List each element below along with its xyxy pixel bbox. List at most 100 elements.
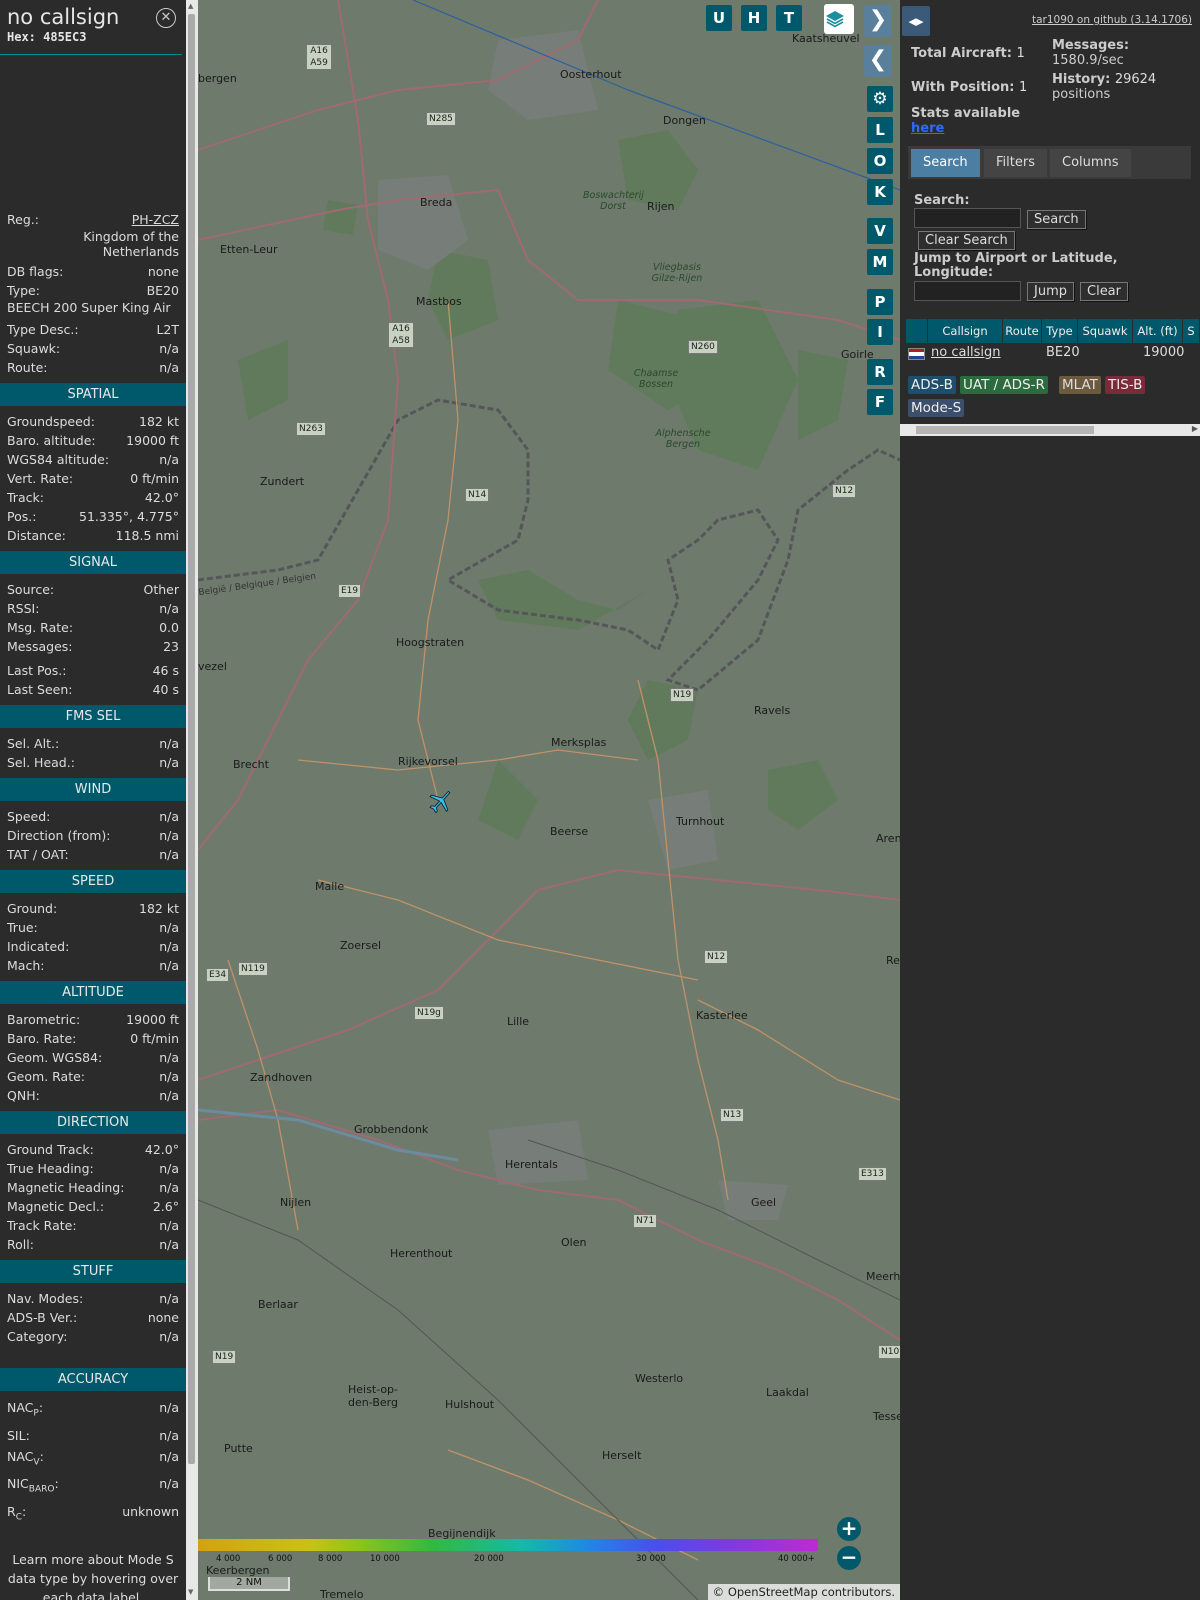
section-direction[interactable]: DIRECTION bbox=[0, 1111, 186, 1134]
info-scrollbar[interactable]: ▲ ▼ bbox=[186, 0, 198, 1600]
info-label[interactable]: Direction (from): bbox=[7, 826, 111, 845]
info-label[interactable]: SIL: bbox=[7, 1425, 30, 1446]
map[interactable]: Oosterhout Kaatsheuvel Dongen Breda Rijen Ett… bbox=[198, 0, 900, 1600]
info-label[interactable]: Last Pos.: bbox=[7, 661, 66, 680]
scrollbar-thumb[interactable] bbox=[188, 14, 195, 1464]
section-altitude[interactable]: ALTITUDE bbox=[0, 981, 186, 1004]
tab-search[interactable]: Search bbox=[911, 149, 980, 177]
info-label[interactable]: Sel. Alt.: bbox=[7, 734, 59, 753]
info-label[interactable]: Vert. Rate: bbox=[7, 469, 73, 488]
section-accuracy[interactable]: ACCURACY bbox=[0, 1368, 186, 1391]
info-label[interactable]: Last Seen: bbox=[7, 680, 72, 699]
registration-value[interactable]: PH-ZCZ bbox=[132, 212, 179, 227]
jump-button[interactable]: Jump bbox=[1027, 282, 1074, 301]
info-label[interactable]: Mach: bbox=[7, 956, 44, 975]
zoom-in-icon[interactable]: + bbox=[837, 1517, 861, 1541]
settings-gear-icon[interactable]: ⚙ bbox=[867, 86, 893, 112]
map-button-v[interactable]: V bbox=[867, 218, 893, 244]
info-label[interactable]: Pos.: bbox=[7, 507, 36, 526]
info-label[interactable]: Distance: bbox=[7, 526, 66, 545]
table-header-flag[interactable] bbox=[906, 319, 928, 343]
collapse-sidebar-arrow-icon[interactable]: ❮ bbox=[864, 45, 892, 77]
scroll-up-arrow-icon[interactable]: ▲ bbox=[188, 2, 193, 10]
info-label[interactable]: RSSI: bbox=[7, 599, 39, 618]
info-label[interactable]: Geom. WGS84: bbox=[7, 1048, 102, 1067]
info-label[interactable]: NACP: bbox=[7, 1397, 43, 1425]
source-badge[interactable]: UAT / ADS-R bbox=[960, 376, 1048, 394]
table-header-route[interactable]: Route bbox=[1003, 319, 1042, 343]
github-link[interactable]: tar1090 on github (3.14.1706) bbox=[1032, 14, 1192, 26]
info-label[interactable]: QNH: bbox=[7, 1086, 40, 1105]
aircraft-marker[interactable] bbox=[428, 788, 454, 814]
info-label[interactable]: Magnetic Heading: bbox=[7, 1178, 124, 1197]
source-badge[interactable]: ADS-B bbox=[908, 376, 956, 394]
table-header-squawk[interactable]: Squawk bbox=[1078, 319, 1133, 343]
section-fms-sel[interactable]: FMS SEL bbox=[0, 705, 186, 728]
resize-sidebar-arrows-icon[interactable]: ◂▸ bbox=[902, 6, 930, 36]
table-header-type[interactable]: Type bbox=[1042, 319, 1078, 343]
table-header-s[interactable]: S bbox=[1183, 319, 1200, 343]
table-header-callsign[interactable]: Callsign bbox=[928, 319, 1003, 343]
source-badge[interactable]: Mode-S bbox=[908, 399, 965, 417]
info-label[interactable]: Category: bbox=[7, 1327, 67, 1346]
map-button-r[interactable]: R bbox=[867, 359, 893, 385]
info-label[interactable]: Indicated: bbox=[7, 937, 69, 956]
info-label[interactable]: Ground: bbox=[7, 899, 57, 918]
map-button-f[interactable]: F bbox=[867, 389, 893, 415]
info-label[interactable]: TAT / OAT: bbox=[7, 845, 69, 864]
search-button[interactable]: Search bbox=[1027, 210, 1086, 229]
table-header-altitude[interactable]: Alt. (ft) bbox=[1133, 319, 1183, 343]
expand-sidebar-arrow-icon[interactable]: ❯ bbox=[864, 5, 892, 37]
tab-columns[interactable]: Columns bbox=[1050, 149, 1131, 177]
section-wind[interactable]: WIND bbox=[0, 778, 186, 801]
info-label[interactable]: Messages: bbox=[7, 637, 73, 656]
zoom-out-icon[interactable]: − bbox=[837, 1546, 861, 1570]
clear-button[interactable]: Clear bbox=[1080, 282, 1128, 301]
info-label[interactable]: Source: bbox=[7, 580, 54, 599]
section-speed[interactable]: SPEED bbox=[0, 870, 186, 893]
tab-filters[interactable]: Filters bbox=[984, 149, 1047, 177]
airplane-icon[interactable] bbox=[428, 788, 454, 814]
info-label[interactable]: Speed: bbox=[7, 807, 50, 826]
info-label[interactable]: Track Rate: bbox=[7, 1216, 77, 1235]
section-spatial[interactable]: SPATIAL bbox=[0, 383, 186, 406]
map-button-t[interactable]: T bbox=[776, 5, 802, 31]
source-badge[interactable]: TIS-B bbox=[1105, 376, 1146, 394]
map-button-m[interactable]: M bbox=[867, 249, 893, 275]
info-label[interactable]: Barometric: bbox=[7, 1010, 80, 1029]
map-button-u[interactable]: U bbox=[706, 5, 732, 31]
clear-search-button[interactable]: Clear Search bbox=[918, 231, 1015, 250]
map-button-h[interactable]: H bbox=[741, 5, 767, 31]
table-horizontal-scrollbar[interactable]: ▶ bbox=[900, 424, 1200, 436]
info-label[interactable]: ADS-B Ver.: bbox=[7, 1308, 77, 1327]
hscroll-thumb[interactable] bbox=[916, 426, 1094, 434]
map-button-k[interactable]: K bbox=[867, 179, 893, 205]
stats-here-link[interactable]: here bbox=[911, 121, 944, 136]
layers-icon[interactable] bbox=[824, 4, 854, 34]
scroll-down-arrow-icon[interactable]: ▼ bbox=[188, 1588, 193, 1596]
info-label[interactable]: Geom. Rate: bbox=[7, 1067, 85, 1086]
info-label[interactable]: Sel. Head.: bbox=[7, 753, 75, 772]
info-label[interactable]: RC: bbox=[7, 1501, 26, 1529]
info-label[interactable]: Track: bbox=[7, 488, 44, 507]
info-label[interactable]: True: bbox=[7, 918, 38, 937]
info-label[interactable]: NICBARO: bbox=[7, 1473, 59, 1501]
map-button-i[interactable]: I bbox=[867, 319, 893, 345]
map-attribution[interactable]: © OpenStreetMap contributors. bbox=[707, 1584, 900, 1600]
registration-link[interactable]: PH-ZCZ bbox=[132, 210, 179, 229]
info-label[interactable]: Nav. Modes: bbox=[7, 1289, 83, 1308]
scroll-right-arrow-icon[interactable]: ▶ bbox=[1192, 424, 1198, 433]
info-label[interactable]: Magnetic Decl.: bbox=[7, 1197, 104, 1216]
map-button-o[interactable]: O bbox=[867, 148, 893, 174]
section-stuff[interactable]: STUFF bbox=[0, 1260, 186, 1283]
info-label[interactable]: Baro. Rate: bbox=[7, 1029, 76, 1048]
close-icon[interactable]: ✕ bbox=[156, 8, 176, 28]
jump-input[interactable] bbox=[914, 281, 1021, 301]
info-label[interactable]: True Heading: bbox=[7, 1159, 94, 1178]
info-label[interactable]: WGS84 altitude: bbox=[7, 450, 109, 469]
info-label[interactable]: Groundspeed: bbox=[7, 412, 95, 431]
info-label[interactable]: NACV: bbox=[7, 1446, 44, 1474]
info-label[interactable]: Roll: bbox=[7, 1235, 34, 1254]
source-badge[interactable]: MLAT bbox=[1059, 376, 1101, 394]
info-label[interactable]: Baro. altitude: bbox=[7, 431, 96, 450]
